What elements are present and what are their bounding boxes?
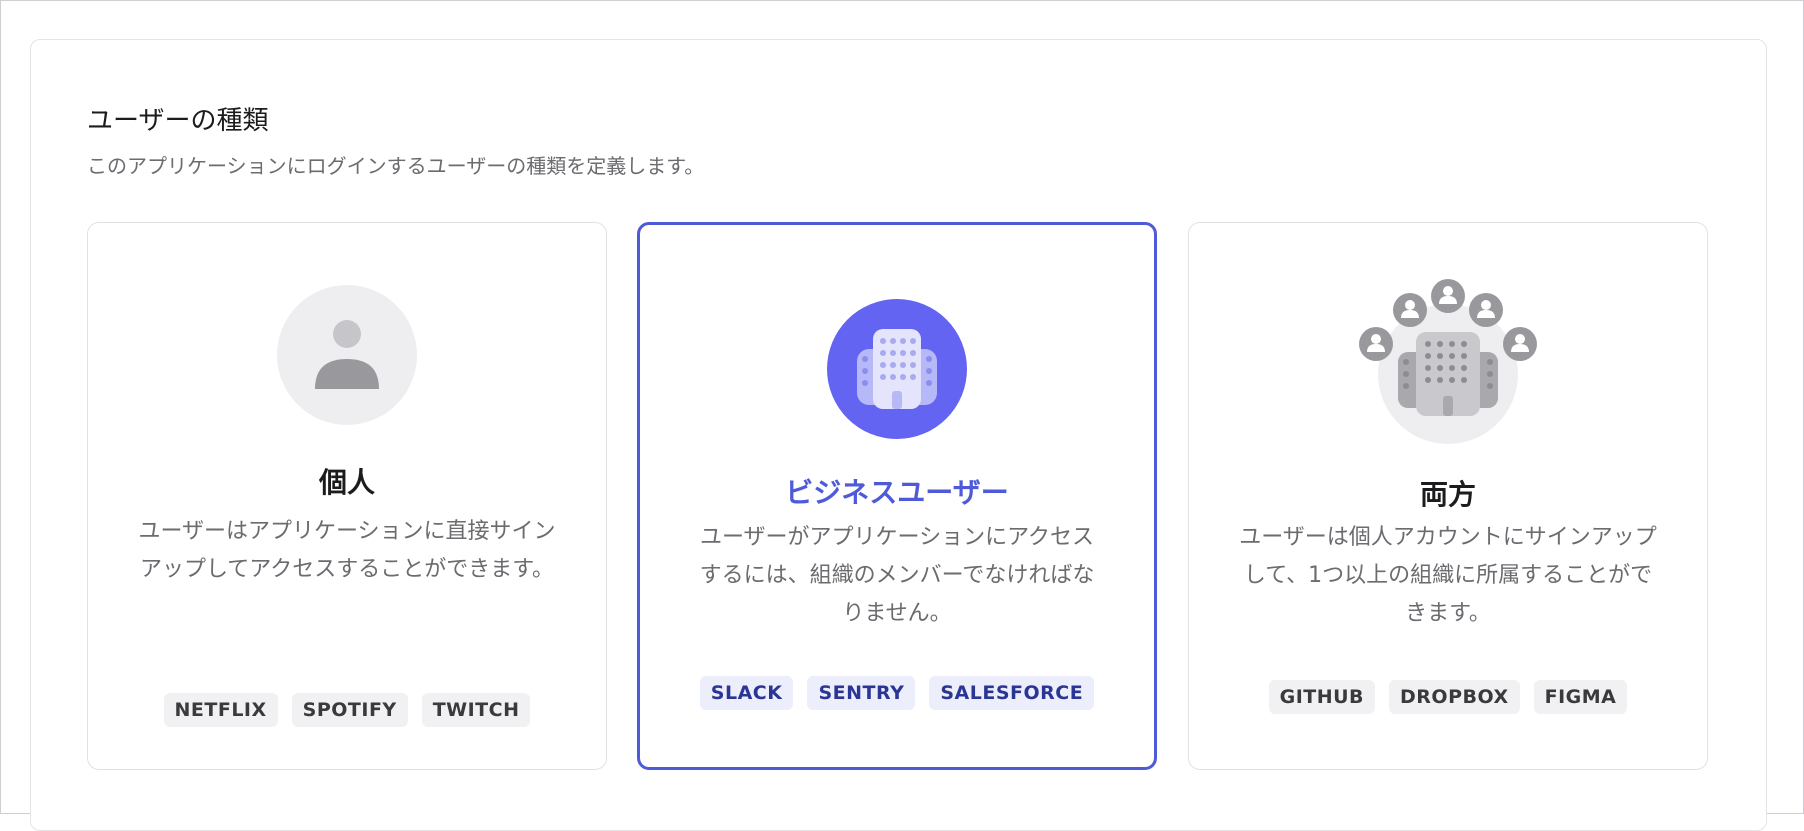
- example-tags: GITHUB DROPBOX FIGMA: [1189, 680, 1707, 714]
- card-description: ユーザーはアプリケーションに直接サインアップしてアクセスすることができます。: [138, 519, 556, 582]
- tag-salesforce: SALESFORCE: [929, 676, 1095, 710]
- building-people-icon: [1359, 279, 1537, 444]
- card-description: ユーザーは個人アカウントにサインアップして、1つ以上の組織に所属することができま…: [1239, 525, 1657, 626]
- tag-twitch: TWITCH: [421, 693, 531, 727]
- section-title: ユーザーの種類: [87, 106, 269, 136]
- section-description: このアプリケーションにログインするユーザーの種類を定義します。: [87, 154, 705, 178]
- tag-figma: FIGMA: [1533, 680, 1628, 714]
- card-title: ビジネスユーザー: [785, 476, 1009, 509]
- user-type-card-individual[interactable]: 個人 ユーザーはアプリケーションに直接サインアップしてアクセスすることができます…: [87, 222, 607, 770]
- person-icon: [277, 285, 417, 425]
- example-tags: SLACK SENTRY SALESFORCE: [640, 676, 1154, 710]
- tag-slack: SLACK: [699, 676, 794, 710]
- card-description: ユーザーがアプリケーションにアクセスするには、組織のメンバーでなければなりません…: [699, 525, 1095, 626]
- tag-spotify: SPOTIFY: [291, 693, 408, 727]
- example-tags: NETFLIX SPOTIFY TWITCH: [88, 693, 606, 727]
- tag-dropbox: DROPBOX: [1389, 680, 1520, 714]
- card-title: 個人: [318, 466, 375, 499]
- user-type-card-both[interactable]: 両方 ユーザーは個人アカウントにサインアップして、1つ以上の組織に所属することが…: [1188, 222, 1708, 770]
- tag-netflix: NETFLIX: [163, 693, 278, 727]
- tag-github: GITHUB: [1268, 680, 1376, 714]
- building-icon: [827, 299, 967, 439]
- tag-sentry: SENTRY: [807, 676, 916, 710]
- user-type-card-business[interactable]: ビジネスユーザー ユーザーがアプリケーションにアクセスするには、組織のメンバーで…: [637, 222, 1157, 770]
- card-title: 両方: [1419, 478, 1476, 511]
